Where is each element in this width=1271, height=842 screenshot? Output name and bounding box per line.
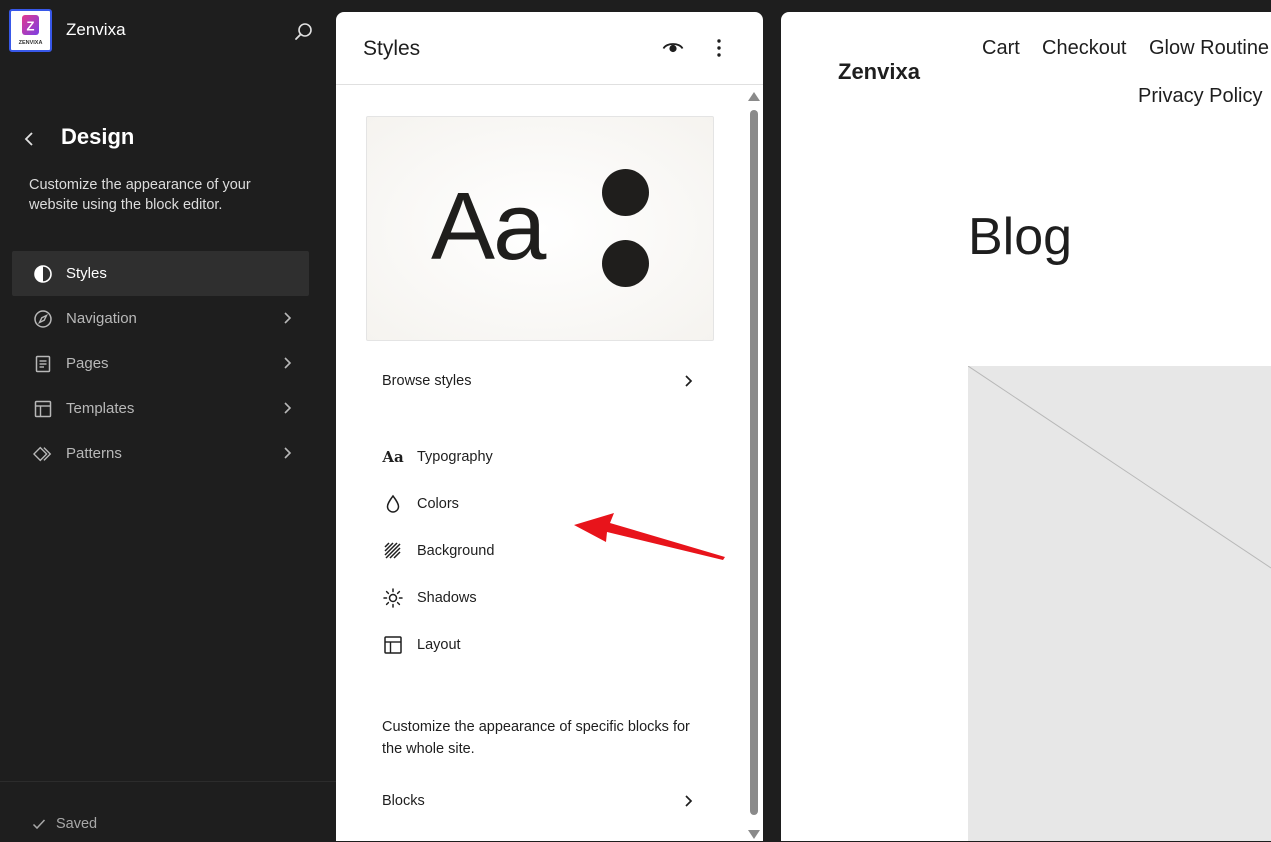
sidebar-footer: Saved bbox=[0, 781, 336, 842]
preview-color-swatch bbox=[602, 240, 649, 287]
droplet-icon bbox=[382, 493, 404, 515]
style-preview[interactable]: Aa bbox=[366, 116, 714, 341]
placeholder-diagonal bbox=[967, 365, 1271, 569]
eye-icon bbox=[662, 43, 684, 53]
site-name: Zenvixa bbox=[66, 20, 126, 39]
styles-panel-header: Styles bbox=[336, 12, 763, 85]
browse-styles-button[interactable]: Browse styles bbox=[382, 369, 696, 393]
menu-item-typography[interactable]: Aa Typography bbox=[382, 433, 702, 480]
panel-scrollbar[interactable] bbox=[747, 90, 761, 841]
sidebar-item-label: Templates bbox=[66, 400, 135, 417]
canvas-nav-privacy-policy[interactable]: Privacy Policy bbox=[1138, 85, 1262, 108]
save-status: Saved bbox=[31, 816, 97, 832]
svg-text:Z: Z bbox=[27, 19, 35, 34]
preview-color-swatch bbox=[602, 169, 649, 216]
chevron-right-icon bbox=[279, 355, 295, 371]
page-title[interactable]: Blog bbox=[968, 207, 1072, 267]
sidebar-description: Customize the appearance of your website… bbox=[29, 177, 251, 213]
style-book-button[interactable] bbox=[661, 36, 685, 60]
sidebar-title: Design bbox=[61, 124, 135, 149]
canvas-nav-cart[interactable]: Cart bbox=[982, 37, 1020, 60]
site-editor-canvas[interactable]: Zenvixa Cart Checkout Glow Routine Priva… bbox=[781, 12, 1271, 841]
typography-icon: Aa bbox=[382, 447, 404, 466]
layout-icon bbox=[33, 399, 53, 419]
chevron-right-icon bbox=[279, 310, 295, 326]
featured-image-placeholder[interactable] bbox=[967, 365, 1271, 841]
scroll-up-arrow[interactable] bbox=[748, 92, 760, 101]
annotation-arrow bbox=[574, 513, 725, 560]
back-button[interactable] bbox=[18, 127, 42, 151]
menu-item-shadows[interactable]: Shadows bbox=[382, 574, 702, 621]
sidebar-item-label: Navigation bbox=[66, 310, 137, 327]
sidebar-item-label: Styles bbox=[66, 265, 107, 282]
save-status-label: Saved bbox=[56, 816, 98, 832]
scroll-down-arrow[interactable] bbox=[748, 830, 760, 839]
chevron-right-icon bbox=[680, 793, 696, 809]
sidebar-item-styles[interactable]: Styles bbox=[12, 251, 309, 296]
canvas-nav-checkout[interactable]: Checkout bbox=[1042, 37, 1127, 60]
sidebar-item-label: Pages bbox=[66, 355, 109, 372]
browse-styles-label: Browse styles bbox=[382, 373, 472, 389]
chevron-right-icon bbox=[279, 445, 295, 461]
sidebar-item-templates[interactable]: Templates bbox=[12, 386, 309, 431]
menu-item-label: Layout bbox=[417, 636, 461, 653]
preview-typography-sample: Aa bbox=[431, 173, 546, 280]
diamond-icon bbox=[33, 444, 53, 464]
check-icon bbox=[31, 816, 47, 832]
sidebar-item-pages[interactable]: Pages bbox=[12, 341, 309, 386]
sidebar-item-navigation[interactable]: Navigation bbox=[12, 296, 309, 341]
more-vertical-icon bbox=[717, 39, 721, 57]
sidebar-item-patterns[interactable]: Patterns bbox=[12, 431, 309, 476]
search-button[interactable] bbox=[292, 20, 316, 44]
search-icon bbox=[295, 23, 312, 40]
chevron-right-icon bbox=[279, 400, 295, 416]
more-options-button[interactable] bbox=[707, 36, 731, 60]
canvas-navigation: Cart Checkout Glow Routine Privacy Polic… bbox=[781, 12, 1271, 122]
blocks-description: Customize the appearance of specific blo… bbox=[382, 719, 690, 757]
admin-sidebar: Z ZENVIXA Zenvixa Design Customize the a… bbox=[0, 0, 336, 841]
background-icon bbox=[382, 540, 404, 562]
layout-icon bbox=[382, 634, 404, 656]
chevron-left-icon bbox=[24, 132, 33, 146]
scrollbar-thumb[interactable] bbox=[750, 110, 758, 815]
site-logo-image: Z ZENVIXA bbox=[19, 15, 43, 46]
canvas-nav-glow-routine[interactable]: Glow Routine bbox=[1149, 37, 1269, 60]
blocks-label: Blocks bbox=[382, 793, 425, 809]
chevron-right-icon bbox=[680, 373, 696, 389]
menu-item-label: Colors bbox=[417, 495, 459, 512]
menu-item-label: Background bbox=[417, 542, 495, 559]
compass-icon bbox=[33, 309, 53, 329]
styles-panel: Styles Aa Browse styles Aa Typography Co… bbox=[336, 12, 763, 841]
site-logo[interactable]: Z ZENVIXA bbox=[9, 9, 52, 52]
page-icon bbox=[33, 354, 53, 374]
sidebar-item-label: Patterns bbox=[66, 445, 122, 462]
svg-text:ZENVIXA: ZENVIXA bbox=[19, 40, 43, 46]
sun-icon bbox=[382, 587, 404, 609]
design-navigation: Styles Navigation Pages Templates Patter… bbox=[12, 251, 309, 476]
menu-item-label: Typography bbox=[417, 448, 493, 465]
half-circle-icon bbox=[33, 264, 53, 284]
menu-item-layout[interactable]: Layout bbox=[382, 621, 702, 668]
menu-item-label: Shadows bbox=[417, 589, 477, 606]
blocks-button[interactable]: Blocks bbox=[382, 789, 696, 813]
panel-title: Styles bbox=[363, 37, 421, 60]
